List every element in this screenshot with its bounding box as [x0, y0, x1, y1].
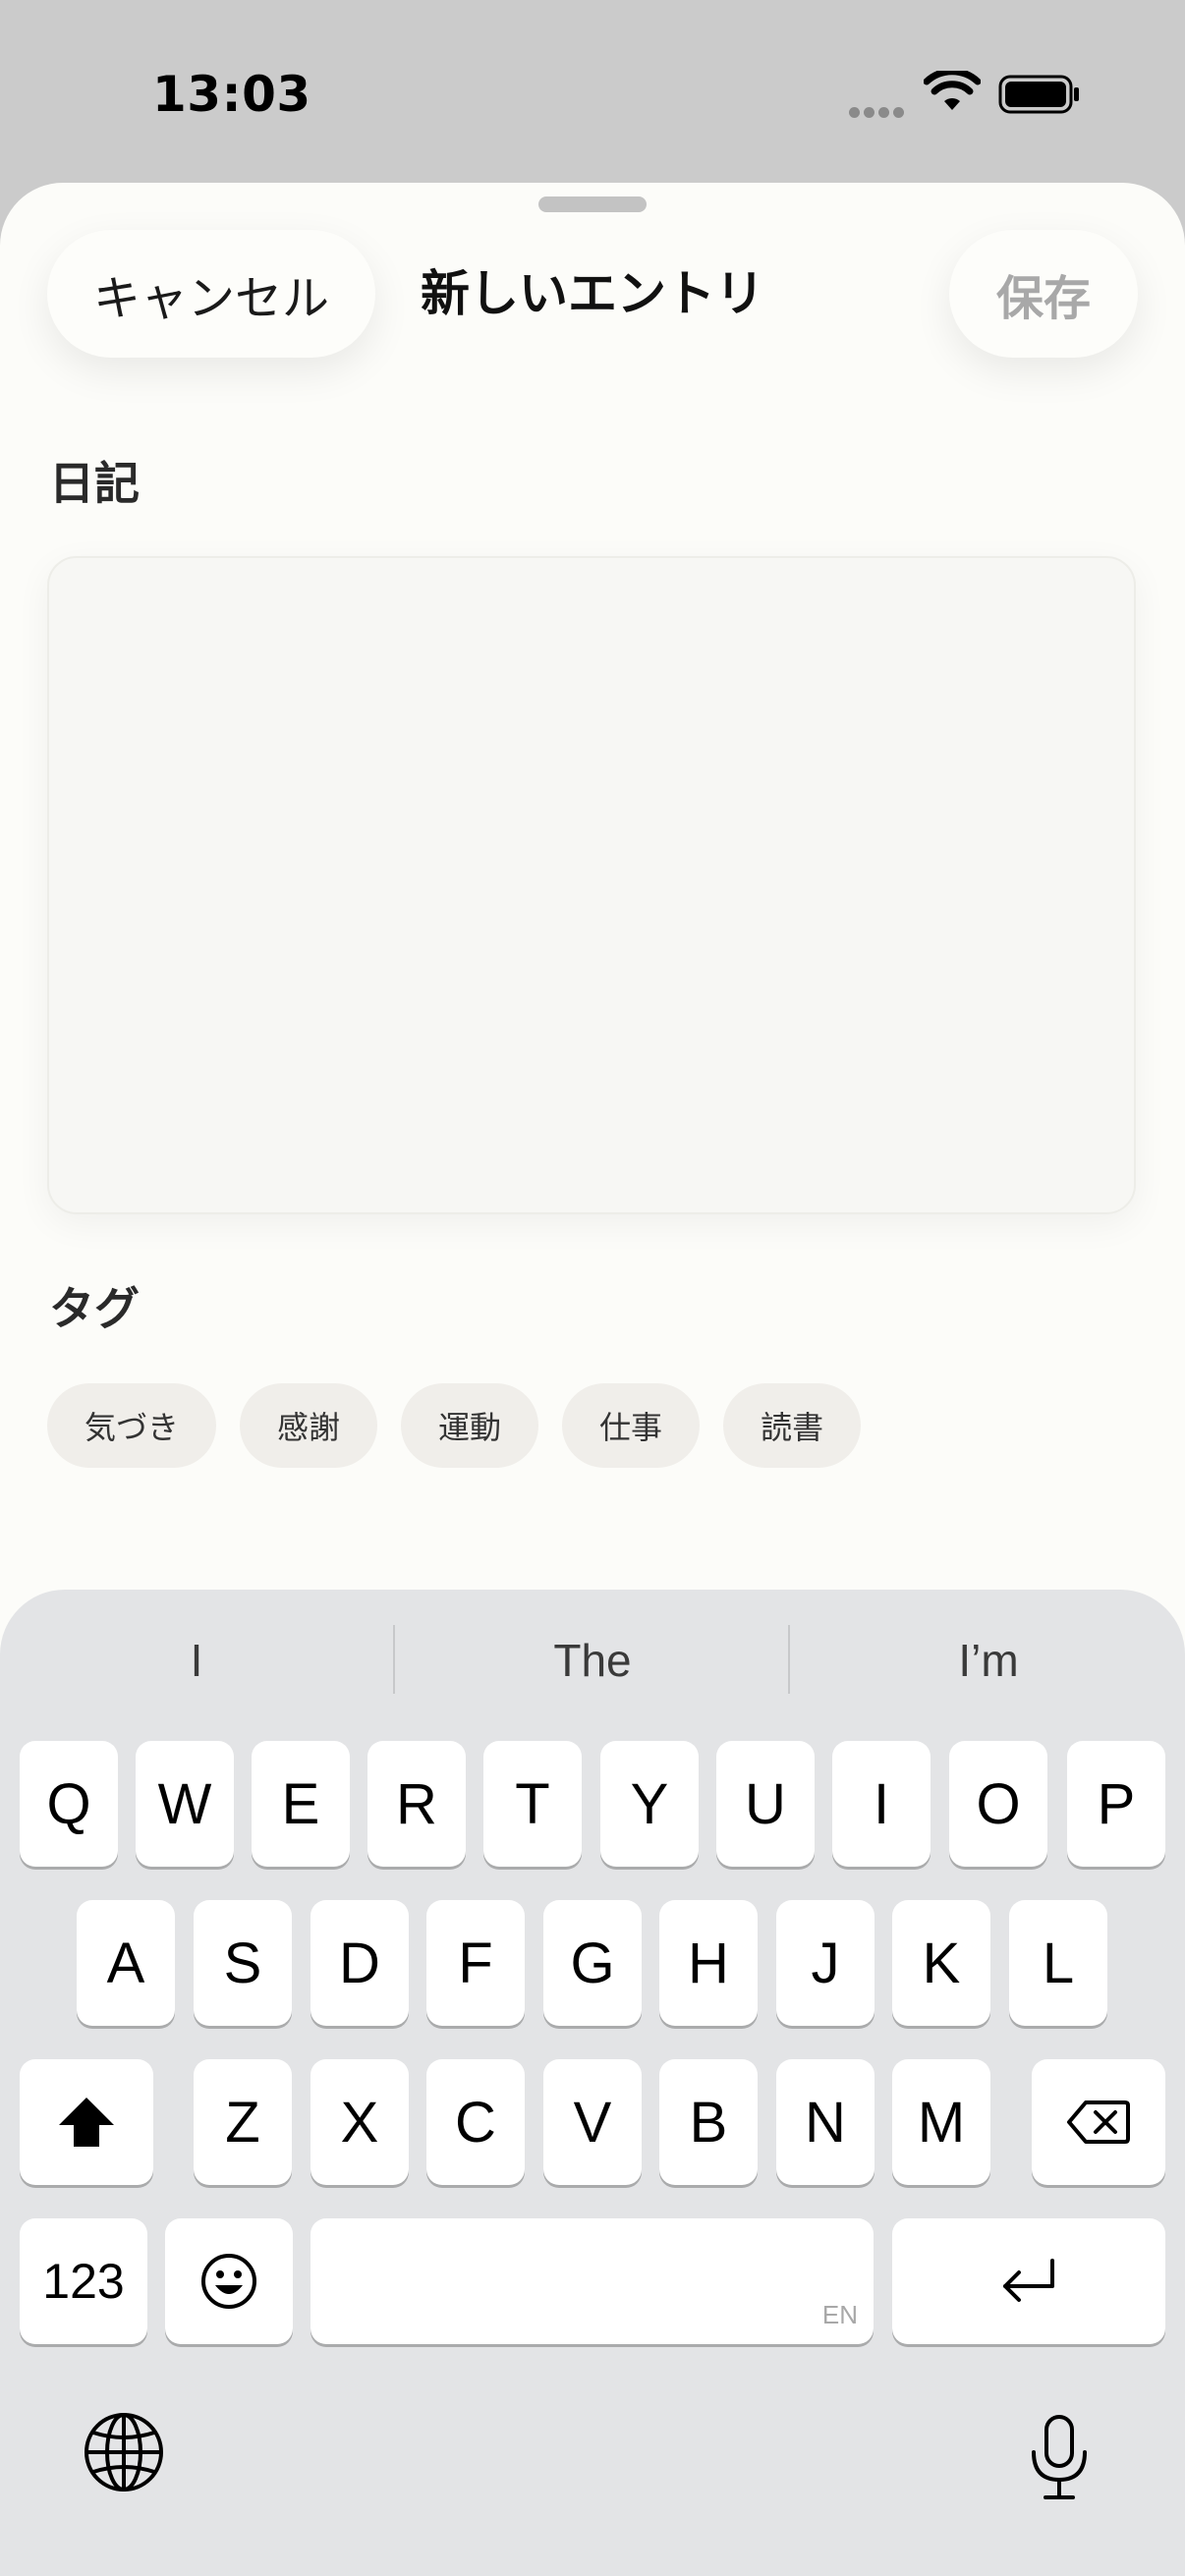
battery-icon: [998, 75, 1079, 114]
key-h[interactable]: H: [659, 1900, 758, 2026]
suggestion-divider: [788, 1625, 790, 1694]
key-f[interactable]: F: [426, 1900, 525, 2026]
backspace-icon: [1067, 2100, 1130, 2144]
key-r[interactable]: R: [367, 1741, 466, 1867]
suggestion-item[interactable]: I’m: [792, 1623, 1185, 1698]
suggestion-bar: I The I’m: [0, 1590, 1185, 1737]
suggestion-divider: [393, 1625, 395, 1694]
key-e[interactable]: E: [252, 1741, 350, 1867]
sheet-title: 新しいエントリ: [421, 265, 764, 322]
numbers-key[interactable]: 123: [20, 2218, 147, 2344]
key-m[interactable]: M: [892, 2059, 990, 2185]
key-c[interactable]: C: [426, 2059, 525, 2185]
key-t[interactable]: T: [483, 1741, 582, 1867]
shift-icon: [59, 2098, 114, 2147]
key-i[interactable]: I: [832, 1741, 931, 1867]
microphone-icon[interactable]: [1028, 2413, 1091, 2503]
key-a[interactable]: A: [77, 1900, 175, 2026]
sheet-grabber[interactable]: [538, 196, 647, 212]
signal-dots-icon: [849, 103, 908, 118]
space-language-hint: EN: [821, 2300, 858, 2329]
suggestion-item[interactable]: The: [396, 1623, 789, 1698]
key-o[interactable]: O: [949, 1741, 1047, 1867]
tag-chip[interactable]: 読書: [723, 1383, 862, 1468]
space-key[interactable]: EN: [310, 2218, 874, 2344]
key-d[interactable]: D: [310, 1900, 409, 2026]
globe-icon[interactable]: [83, 2411, 165, 2493]
key-z[interactable]: Z: [194, 2059, 292, 2185]
key-u[interactable]: U: [716, 1741, 815, 1867]
suggestion-item[interactable]: I: [0, 1623, 393, 1698]
keyboard: I The I’m Q W E R T Y U I O P A S D F G …: [0, 1590, 1185, 2576]
cancel-button[interactable]: キャンセル: [47, 230, 375, 358]
diary-section-label: 日記: [49, 457, 140, 510]
tag-chip[interactable]: 感謝: [240, 1383, 378, 1468]
key-j[interactable]: J: [776, 1900, 875, 2026]
tag-list: 気づき 感謝 運動 仕事 読書: [47, 1383, 862, 1468]
key-g[interactable]: G: [543, 1900, 642, 2026]
tags-section-label: タグ: [49, 1282, 140, 1335]
key-k[interactable]: K: [892, 1900, 990, 2026]
backspace-key[interactable]: [1032, 2059, 1165, 2185]
status-time: 13:03: [152, 66, 311, 123]
emoji-key[interactable]: [165, 2218, 293, 2344]
key-y[interactable]: Y: [600, 1741, 699, 1867]
emoji-icon: [201, 2254, 256, 2309]
key-w[interactable]: W: [136, 1741, 234, 1867]
wifi-icon: [924, 71, 981, 110]
key-p[interactable]: P: [1067, 1741, 1165, 1867]
key-b[interactable]: B: [659, 2059, 758, 2185]
shift-key[interactable]: [20, 2059, 153, 2185]
return-key[interactable]: [892, 2218, 1165, 2344]
tag-chip[interactable]: 運動: [401, 1383, 539, 1468]
tag-chip[interactable]: 気づき: [47, 1383, 217, 1468]
return-icon: [1003, 2259, 1054, 2302]
key-x[interactable]: X: [310, 2059, 409, 2185]
cancel-button-label: キャンセル: [92, 271, 329, 326]
diary-text-area[interactable]: [47, 556, 1136, 1214]
save-button[interactable]: 保存: [949, 230, 1138, 358]
tag-chip[interactable]: 仕事: [562, 1383, 701, 1468]
key-v[interactable]: V: [543, 2059, 642, 2185]
key-l[interactable]: L: [1009, 1900, 1107, 2026]
key-n[interactable]: N: [776, 2059, 875, 2185]
save-button-label: 保存: [995, 271, 1091, 326]
key-q[interactable]: Q: [20, 1741, 118, 1867]
key-s[interactable]: S: [194, 1900, 292, 2026]
